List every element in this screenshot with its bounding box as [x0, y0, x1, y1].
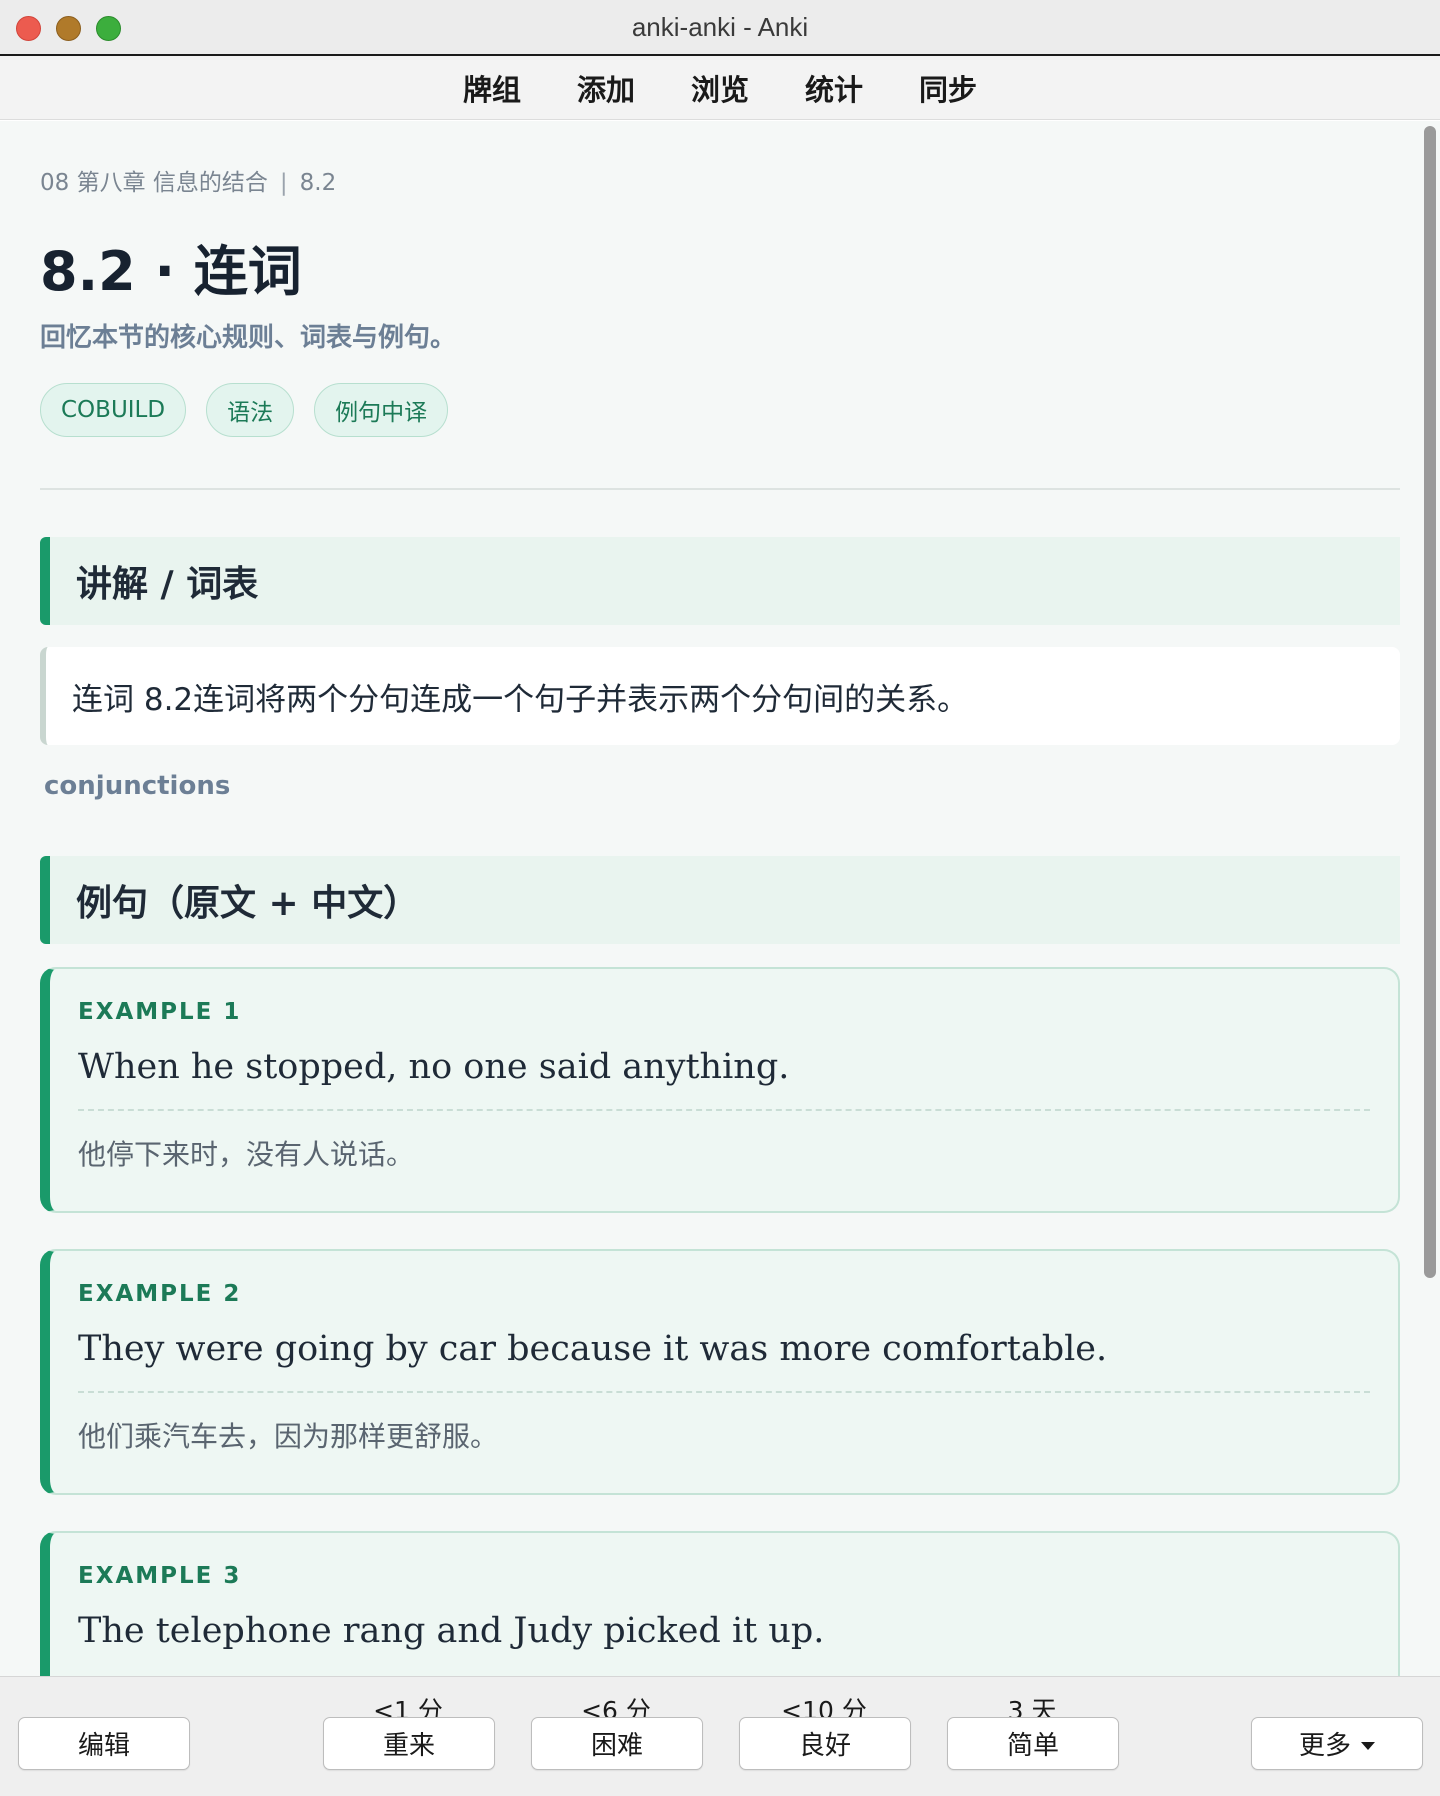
toolbar-browse[interactable]: 浏览	[663, 67, 777, 109]
more-button[interactable]: 更多	[1251, 1717, 1423, 1770]
toolbar-stats[interactable]: 统计	[777, 67, 891, 109]
card-content: 08 第八章 信息的结合 | 8.2 8.2 · 连词 回忆本节的核心规则、词表与例…	[0, 121, 1440, 1676]
example-divider	[78, 1391, 1370, 1393]
example-divider	[78, 1109, 1370, 1111]
scrollbar-thumb[interactable]	[1424, 126, 1436, 1278]
window-titlebar: anki-anki - Anki	[0, 0, 1440, 56]
hard-button[interactable]: 困难	[531, 1717, 703, 1770]
breadcrumb-separator: |	[279, 170, 288, 196]
example-label: EXAMPLE 2	[78, 1281, 242, 1307]
easy-button[interactable]: 简单	[947, 1717, 1119, 1770]
tag-grammar: 语法	[206, 383, 295, 437]
breadcrumb-chapter: 08 第八章 信息的结合	[40, 170, 268, 196]
section-heading-explain: 讲解 / 词表	[40, 537, 1400, 625]
breadcrumb: 08 第八章 信息的结合 | 8.2	[40, 163, 336, 197]
example-chinese: 他们乘汽车去，因为那样更舒服。	[78, 1420, 499, 1453]
window-title: anki-anki - Anki	[631, 12, 809, 42]
example-chinese: 他停下来时，没有人说话。	[78, 1138, 415, 1171]
more-label: 更多	[1298, 1731, 1351, 1761]
example-card: EXAMPLE 3 The telephone rang and Judy pi…	[40, 1531, 1400, 1676]
good-button[interactable]: 良好	[739, 1717, 911, 1770]
example-english: The telephone rang and Judy picked it up…	[78, 1611, 825, 1651]
card-title: 8.2 · 连词	[40, 240, 302, 303]
breadcrumb-section: 8.2	[299, 170, 337, 196]
example-label: EXAMPLE 3	[78, 1563, 242, 1589]
example-card: EXAMPLE 2 They were going by car because…	[40, 1249, 1400, 1495]
tag-list: COBUILD 语法 例句中译	[40, 383, 449, 437]
section-heading-examples: 例句（原文 + 中文）	[40, 856, 1400, 944]
example-label: EXAMPLE 1	[78, 999, 242, 1025]
example-english: They were going by car because it was mo…	[78, 1329, 1108, 1369]
again-button[interactable]: 重来	[323, 1717, 495, 1770]
main-toolbar: 牌组 添加 浏览 统计 同步	[0, 56, 1440, 120]
edit-button[interactable]: 编辑	[18, 1717, 190, 1770]
tag-translation: 例句中译	[314, 383, 449, 437]
example-english: When he stopped, no one said anything.	[78, 1047, 790, 1087]
tag-cobuild: COBUILD	[40, 383, 187, 437]
caret-down-icon	[1361, 1741, 1375, 1750]
divider	[40, 488, 1400, 490]
toolbar-sync[interactable]: 同步	[891, 67, 1005, 109]
example-card: EXAMPLE 1 When he stopped, no one said a…	[40, 967, 1400, 1213]
toolbar-add[interactable]: 添加	[549, 67, 663, 109]
english-term: conjunctions	[44, 771, 231, 801]
answer-bar: 编辑 <1 分 重来 <6 分 困难 <10 分 良好 3 天 简单 更多	[0, 1676, 1440, 1796]
toolbar-decks[interactable]: 牌组	[435, 67, 549, 109]
explain-text: 连词 8.2连词将两个分句连成一个句子并表示两个分句间的关系。	[40, 647, 1400, 745]
card-subtitle: 回忆本节的核心规则、词表与例句。	[40, 323, 457, 353]
